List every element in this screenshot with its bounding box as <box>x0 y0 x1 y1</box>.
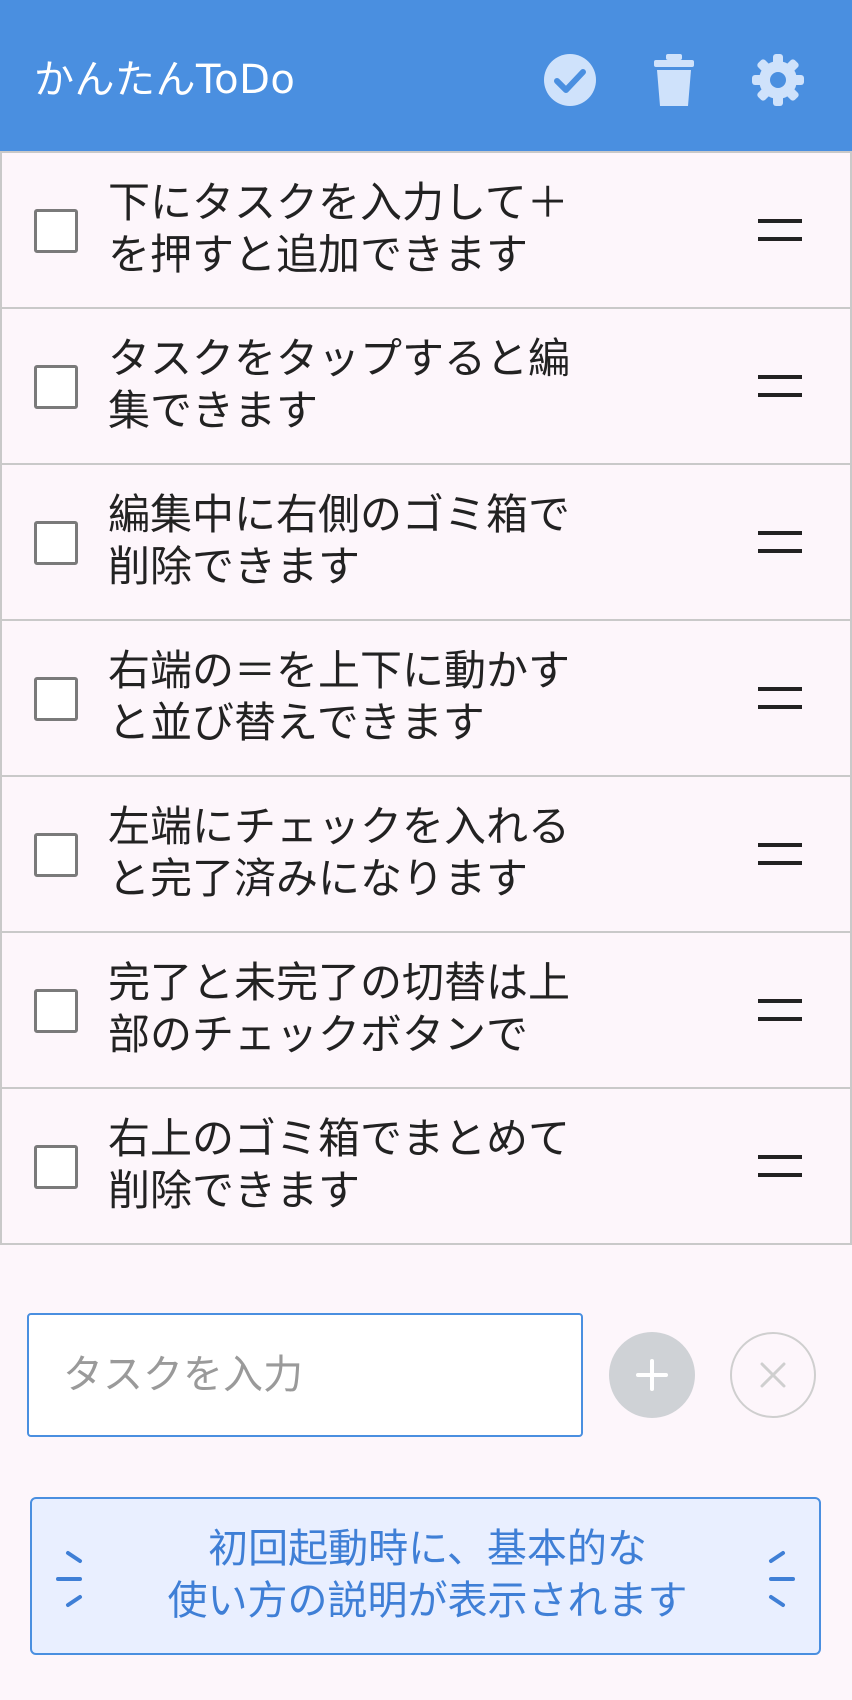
task-input[interactable] <box>27 1313 583 1437</box>
task-row[interactable]: 完了と未完了の切替は上部のチェックボタンで <box>0 933 852 1089</box>
check-circle-icon <box>544 54 596 106</box>
task-text[interactable]: 右端の＝を上下に動かすと並び替えできます <box>108 645 608 749</box>
sparkle-left-icon <box>56 1551 82 1607</box>
gear-icon <box>752 54 804 106</box>
banner-line-2: 使い方の説明が表示されます <box>167 1578 688 1624</box>
drag-handle-icon[interactable] <box>758 531 802 555</box>
banner-text: 初回起動時に、基本的な 使い方の説明が表示されます <box>132 1523 723 1627</box>
task-text[interactable]: 左端にチェックを入れると完了済みになります <box>108 801 608 905</box>
close-icon <box>760 1362 786 1388</box>
task-text[interactable]: 下にタスクを入力して＋を押すと追加できます <box>108 177 608 281</box>
task-text[interactable]: タスクをタップすると編集できます <box>108 333 608 437</box>
drag-handle-icon[interactable] <box>758 843 802 867</box>
delete-completed-button[interactable] <box>638 44 710 116</box>
drag-handle-icon[interactable] <box>758 219 802 243</box>
task-checkbox[interactable] <box>34 365 78 409</box>
task-row[interactable]: 右上のゴミ箱でまとめて削除できます <box>0 1089 852 1245</box>
task-text[interactable]: 右上のゴミ箱でまとめて削除できます <box>108 1113 608 1217</box>
drag-handle-icon[interactable] <box>758 1155 802 1179</box>
toggle-completed-button[interactable] <box>534 44 606 116</box>
task-text[interactable]: 完了と未完了の切替は上部のチェックボタンで <box>108 957 608 1061</box>
task-checkbox[interactable] <box>34 209 78 253</box>
clear-input-button[interactable] <box>730 1332 816 1418</box>
app-bar: かんたんToDo <box>0 0 852 151</box>
task-checkbox[interactable] <box>34 677 78 721</box>
sparkle-right-icon <box>769 1551 795 1607</box>
drag-handle-icon[interactable] <box>758 375 802 399</box>
banner-line-1: 初回起動時に、基本的な <box>208 1526 647 1572</box>
drag-handle-icon[interactable] <box>758 999 802 1023</box>
task-row[interactable]: タスクをタップすると編集できます <box>0 309 852 465</box>
task-checkbox[interactable] <box>34 833 78 877</box>
task-checkbox[interactable] <box>34 989 78 1033</box>
task-row[interactable]: 右端の＝を上下に動かすと並び替えできます <box>0 621 852 777</box>
task-list: 下にタスクを入力して＋を押すと追加できます タスクをタップすると編集できます 編… <box>0 151 852 1245</box>
task-row[interactable]: 編集中に右側のゴミ箱で削除できます <box>0 465 852 621</box>
task-checkbox[interactable] <box>34 1145 78 1189</box>
settings-button[interactable] <box>742 44 814 116</box>
add-task-button[interactable] <box>609 1332 695 1418</box>
task-row[interactable]: 下にタスクを入力して＋を押すと追加できます <box>0 153 852 309</box>
task-row[interactable]: 左端にチェックを入れると完了済みになります <box>0 777 852 933</box>
plus-icon <box>636 1359 668 1391</box>
trash-icon <box>654 54 694 106</box>
onboarding-banner: 初回起動時に、基本的な 使い方の説明が表示されます <box>30 1497 821 1655</box>
task-checkbox[interactable] <box>34 521 78 565</box>
task-text[interactable]: 編集中に右側のゴミ箱で削除できます <box>108 489 608 593</box>
drag-handle-icon[interactable] <box>758 687 802 711</box>
app-title: かんたんToDo <box>34 57 296 103</box>
